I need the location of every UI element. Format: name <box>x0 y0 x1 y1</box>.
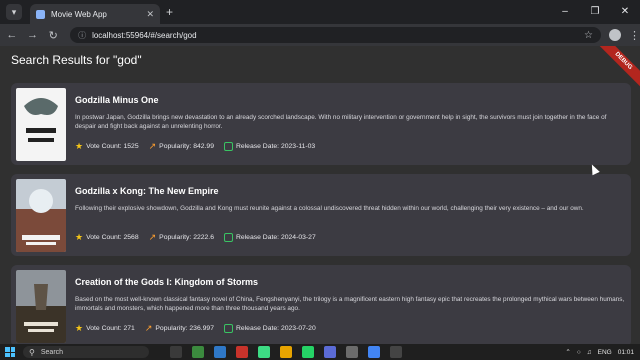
trending-up-icon: ↗ <box>148 232 157 242</box>
app-viewport: DEBUG Search Results for "god" Godzilla … <box>0 46 640 344</box>
taskbar-apps <box>165 346 407 358</box>
start-menu-icon[interactable] <box>5 347 15 357</box>
system-tray: ⌃ ○ ♫ ENG 01:01 <box>559 344 634 360</box>
search-icon: ⚲ <box>29 347 35 357</box>
movie-card[interactable]: Creation of the Gods I: Kingdom of Storm… <box>11 265 631 344</box>
page-title: Search Results for "god" <box>11 53 142 67</box>
tray-chevron-icon[interactable]: ⌃ <box>565 348 570 356</box>
popularity-label: Popularity: <box>159 234 192 241</box>
site-info-icon[interactable]: ⓘ <box>78 30 86 41</box>
vote-count-value: 2568 <box>123 234 139 241</box>
language-indicator[interactable]: ENG <box>598 349 612 356</box>
reload-icon[interactable]: ↻ <box>44 29 62 42</box>
release-date-value: 2024-03-27 <box>280 234 316 241</box>
app-icon[interactable] <box>390 346 402 358</box>
favicon-icon <box>36 9 45 19</box>
wifi-icon[interactable]: ○ <box>577 349 581 356</box>
task-view-icon[interactable] <box>170 346 182 358</box>
movie-meta: ★ Vote Count: 271 ↗ Popularity: 236.997 … <box>75 323 326 334</box>
restore-icon[interactable]: ❐ <box>580 0 610 24</box>
popularity: ↗ Popularity: 842.99 <box>149 141 214 152</box>
release-date: Release Date: 2023-07-20 <box>223 324 316 333</box>
new-tab-icon[interactable]: + <box>166 5 173 19</box>
app-icon[interactable] <box>324 346 336 358</box>
close-tab-icon[interactable]: ✕ <box>146 9 154 20</box>
address-bar[interactable]: ⓘ localhost:55964/#/search/god ☆ <box>70 27 601 43</box>
minimize-icon[interactable]: – <box>550 0 580 24</box>
popularity-label: Popularity: <box>155 325 188 332</box>
popularity-value: 2222.6 <box>193 234 214 241</box>
movie-overview: Based on the most well-known classical f… <box>75 296 625 312</box>
star-icon: ★ <box>75 141 84 151</box>
vote-count-label: Vote Count: <box>86 234 122 241</box>
movie-meta: ★ Vote Count: 2568 ↗ Popularity: 2222.6 … <box>75 232 326 243</box>
popularity: ↗ Popularity: 2222.6 <box>149 232 214 243</box>
taskbar-search-label: Search <box>40 348 64 356</box>
android-studio-icon[interactable] <box>258 346 270 358</box>
tab-search-button[interactable]: ▾ <box>6 4 22 20</box>
movie-title[interactable]: Godzilla Minus One <box>75 95 159 105</box>
release-date-label: Release Date: <box>235 143 280 150</box>
bookmark-star-icon[interactable]: ☆ <box>584 30 593 41</box>
vote-count-label: Vote Count: <box>86 143 122 150</box>
popularity: ↗ Popularity: 236.997 <box>145 323 214 334</box>
calendar-icon <box>223 324 233 333</box>
url-text: localhost:55964/#/search/god <box>92 30 197 40</box>
back-icon[interactable]: ← <box>3 29 21 41</box>
vote-count-value: 271 <box>123 325 135 332</box>
vscode-icon[interactable] <box>214 346 226 358</box>
chrome-icon[interactable] <box>368 346 380 358</box>
movie-overview: Following their explosive showdown, Godz… <box>75 205 584 212</box>
release-date-value: 2023-11-03 <box>280 143 316 150</box>
movie-title[interactable]: Godzilla x Kong: The New Empire <box>75 186 219 196</box>
movie-poster <box>16 88 66 161</box>
movie-overview: In postwar Japan, Godzilla brings new de… <box>75 114 607 130</box>
star-icon: ★ <box>75 232 84 242</box>
taskbar-search[interactable]: ⚲ Search <box>23 346 149 358</box>
movie-card[interactable]: Godzilla x Kong: The New Empire Followin… <box>11 174 631 256</box>
movie-title[interactable]: Creation of the Gods I: Kingdom of Storm… <box>75 277 258 287</box>
volume-icon[interactable]: ♫ <box>587 349 592 356</box>
app-icon[interactable] <box>346 346 358 358</box>
app-icon[interactable] <box>192 346 204 358</box>
release-date-label: Release Date: <box>235 325 280 332</box>
browser-tab-strip: ▾ Movie Web App ✕ + – ❐ ✕ <box>0 0 640 24</box>
vote-count: ★ Vote Count: 2568 <box>75 232 139 243</box>
release-date: Release Date: 2024-03-27 <box>223 233 316 242</box>
browser-toolbar: ← → ↻ ⓘ localhost:55964/#/search/god ☆ ⋮ <box>0 24 640 46</box>
trending-up-icon: ↗ <box>148 141 157 151</box>
profile-avatar-icon[interactable] <box>609 29 621 41</box>
trending-up-icon: ↗ <box>144 323 153 333</box>
forward-icon[interactable]: → <box>24 29 42 41</box>
popularity-value: 842.99 <box>193 143 214 150</box>
release-date: Release Date: 2023-11-03 <box>223 142 316 151</box>
vote-count-label: Vote Count: <box>86 325 122 332</box>
vote-count: ★ Vote Count: 1525 <box>75 141 139 152</box>
movie-card[interactable]: Godzilla Minus One In postwar Japan, God… <box>11 83 631 165</box>
vote-count-value: 1525 <box>123 143 139 150</box>
movie-meta: ★ Vote Count: 1525 ↗ Popularity: 842.99 … <box>75 141 325 152</box>
close-window-icon[interactable]: ✕ <box>610 0 640 24</box>
star-icon: ★ <box>75 323 84 333</box>
release-date-label: Release Date: <box>235 234 280 241</box>
calendar-icon <box>223 233 233 242</box>
calendar-icon <box>223 142 233 151</box>
window-controls: – ❐ ✕ <box>550 0 640 24</box>
file-explorer-icon[interactable] <box>280 346 292 358</box>
vote-count: ★ Vote Count: 271 <box>75 323 135 334</box>
browser-tab[interactable]: Movie Web App ✕ <box>30 4 160 24</box>
tab-title: Movie Web App <box>51 9 107 19</box>
popularity-label: Popularity: <box>159 143 192 150</box>
popularity-value: 236.997 <box>189 325 214 332</box>
movie-poster <box>16 270 66 343</box>
windows-taskbar: ⚲ Search ⌃ ○ ♫ ENG 01:01 <box>0 344 640 360</box>
movie-poster <box>16 179 66 252</box>
browser-menu-icon[interactable]: ⋮ <box>629 29 640 42</box>
clock[interactable]: 01:01 <box>618 349 634 356</box>
app-icon[interactable] <box>236 346 248 358</box>
release-date-value: 2023-07-20 <box>280 325 316 332</box>
whatsapp-icon[interactable] <box>302 346 314 358</box>
